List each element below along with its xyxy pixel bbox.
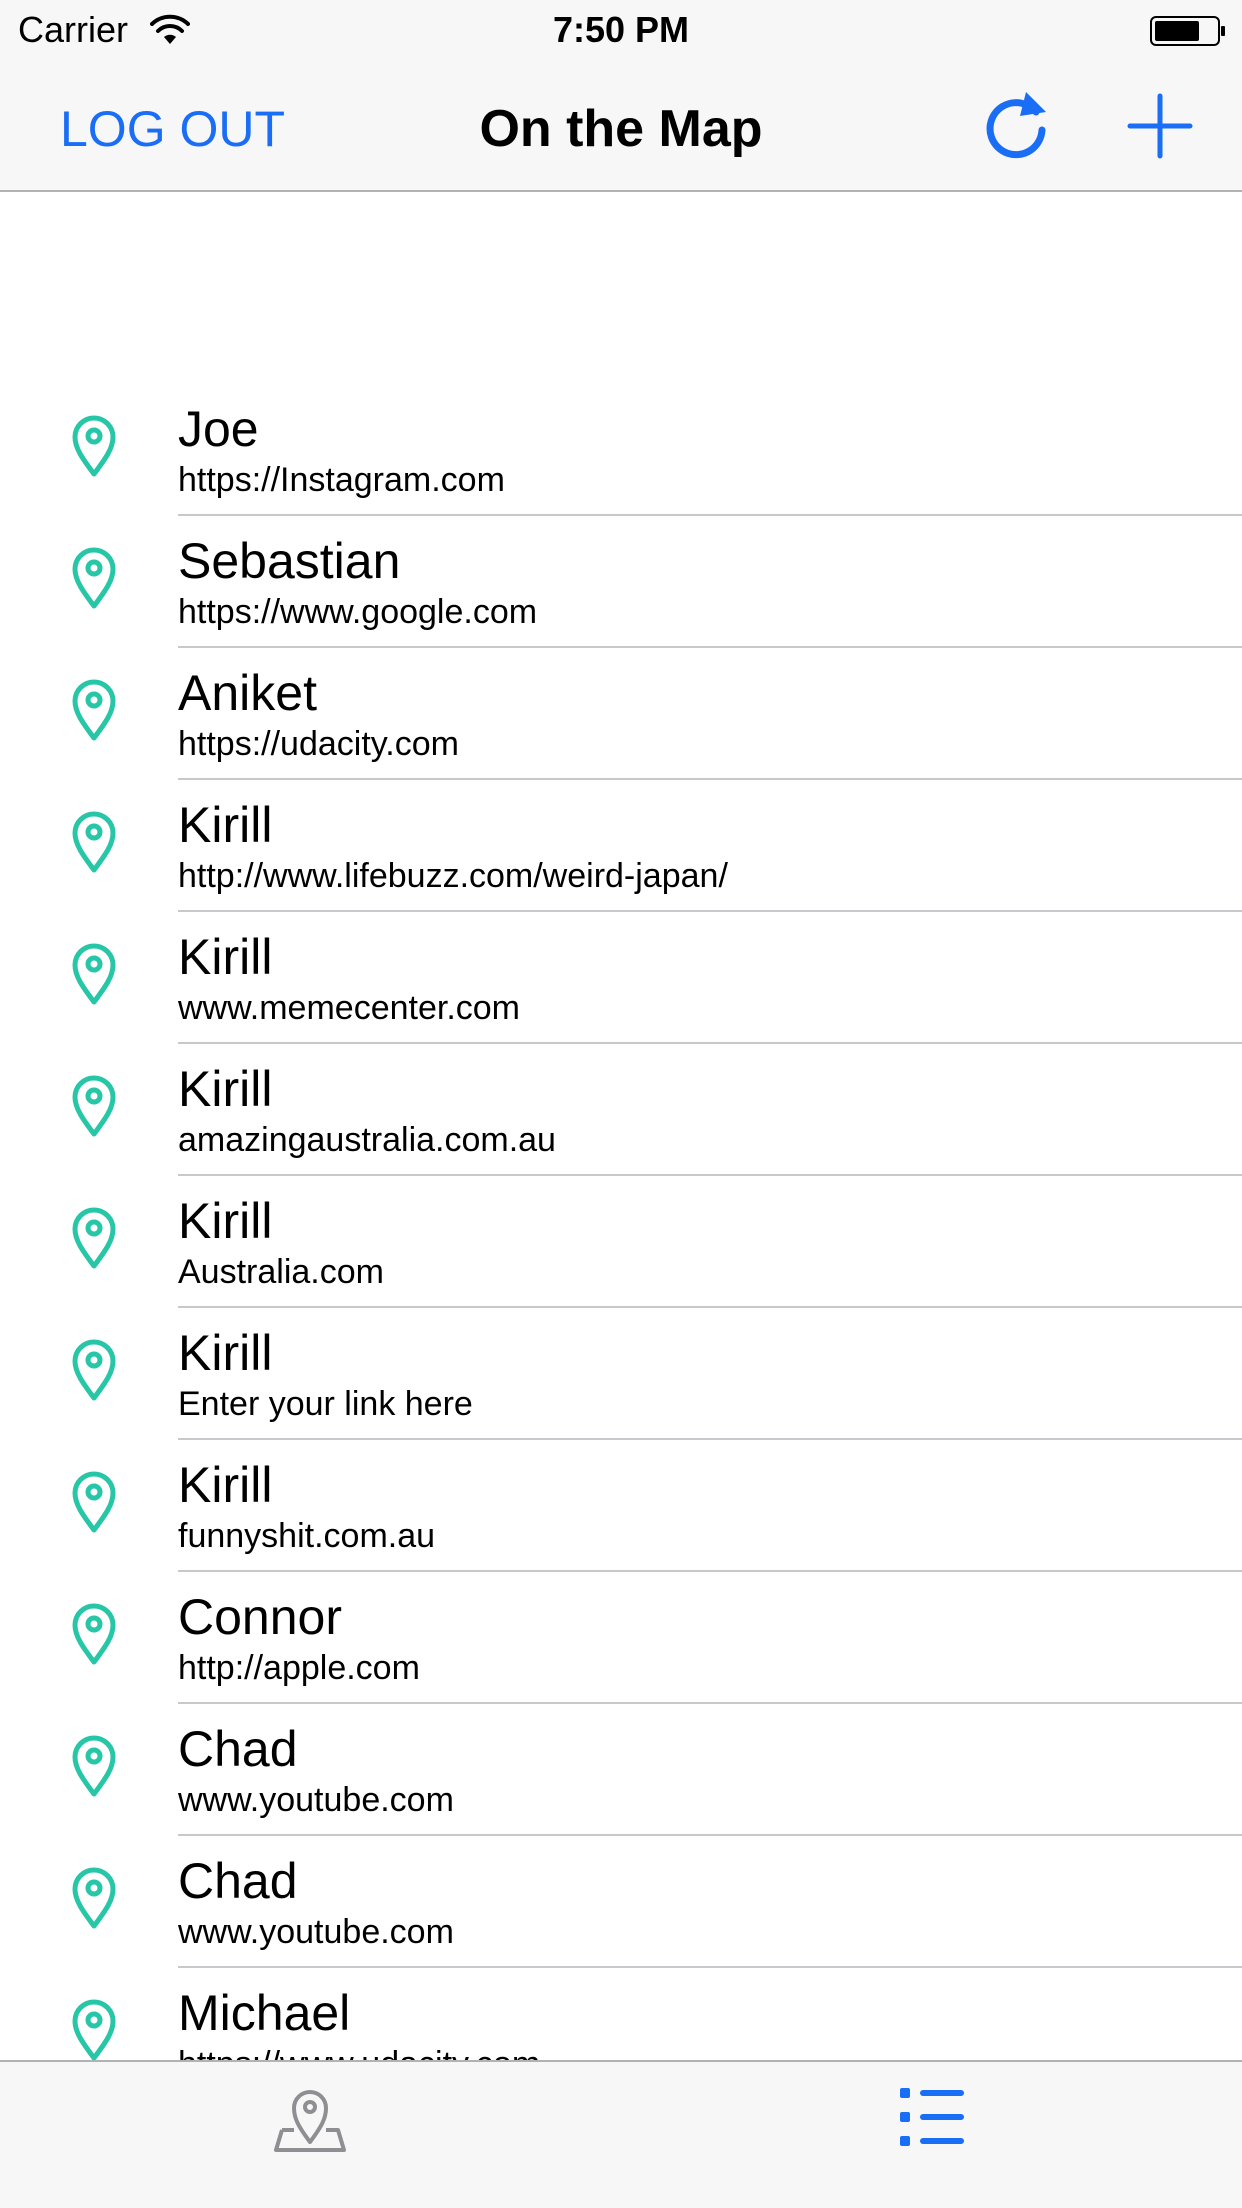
map-pin-icon	[72, 1339, 116, 1401]
map-pin-icon	[72, 1471, 116, 1533]
table-row[interactable]: Chad www.youtube.com	[0, 1704, 1242, 1836]
student-name: Michael	[178, 1985, 351, 2041]
student-name: Kirill	[178, 929, 273, 985]
list-icon[interactable]	[898, 2084, 966, 2150]
map-pin-icon	[72, 1735, 116, 1797]
status-bar: Carrier 7:50 PM	[0, 0, 1242, 60]
student-url: https://www.google.com	[178, 593, 538, 631]
student-name: Chad	[178, 1853, 298, 1909]
clock-label: 7:50 PM	[552, 9, 690, 50]
student-url: http://www.lifebuzz.com/weird-japan/	[178, 857, 728, 895]
map-pin-icon	[72, 415, 116, 477]
student-name: Kirill	[178, 797, 273, 853]
navigation-bar: LOG OUT On the Map	[0, 60, 1242, 192]
table-row[interactable]: Kirill Australia.com	[0, 1176, 1242, 1308]
student-name: Chad	[178, 1721, 298, 1777]
student-name: Joe	[178, 401, 259, 457]
map-pin-icon	[72, 943, 116, 1005]
map-pin-icon	[72, 1075, 116, 1137]
table-row[interactable]: Kirill funnyshit.com.au	[0, 1440, 1242, 1572]
table-row[interactable]: Michael https://www.udacity.com	[0, 1968, 1242, 2060]
map-pin-icon	[72, 1603, 116, 1665]
map-pin-icon	[72, 679, 116, 741]
student-url: amazingaustralia.com.au	[178, 1121, 556, 1159]
map-pin-icon	[72, 547, 116, 609]
refresh-icon[interactable]	[976, 86, 1056, 166]
student-name: Kirill	[178, 1193, 273, 1249]
student-url: https://www.udacity.com	[178, 2044, 540, 2060]
table-row[interactable]: Kirill www.memecenter.com	[0, 912, 1242, 1044]
table-row[interactable]: Aniket https://udacity.com	[0, 648, 1242, 780]
map-pin-icon	[72, 1999, 116, 2060]
student-url: https://Instagram.com	[178, 461, 505, 499]
table-row[interactable]: Sebastian https://www.google.com	[0, 516, 1242, 648]
table-row[interactable]: Chad www.youtube.com	[0, 1836, 1242, 1968]
student-url: www.youtube.com	[178, 1781, 454, 1819]
app-screen: Carrier 7:50 PM LOG OUT On the Map Joe ht…	[0, 0, 1242, 2208]
student-list[interactable]: Joe https://Instagram.com Sebastian https:/…	[0, 384, 1242, 2060]
table-row[interactable]: Kirill Enter your link here	[0, 1308, 1242, 1440]
student-url: Australia.com	[178, 1253, 384, 1291]
student-url: funnyshit.com.au	[178, 1517, 436, 1555]
student-name: Sebastian	[178, 533, 401, 589]
table-row[interactable]: Joe https://Instagram.com	[0, 384, 1242, 516]
student-url: Enter your link here	[178, 1385, 473, 1423]
student-url: www.youtube.com	[178, 1913, 454, 1951]
student-name: Kirill	[178, 1325, 273, 1381]
map-icon[interactable]	[272, 2080, 348, 2156]
map-pin-icon	[72, 1207, 116, 1269]
table-row[interactable]: Connor http://apple.com	[0, 1572, 1242, 1704]
plus-icon[interactable]	[1124, 90, 1196, 162]
table-row[interactable]: Kirill amazingaustralia.com.au	[0, 1044, 1242, 1176]
student-url: https://udacity.com	[178, 725, 459, 763]
student-name: Aniket	[178, 665, 317, 721]
battery-icon	[1150, 16, 1225, 46]
student-url: http://apple.com	[178, 1649, 420, 1687]
table-row[interactable]: Kirill http://www.lifebuzz.com/weird-japa…	[0, 780, 1242, 912]
student-url: www.memecenter.com	[178, 989, 520, 1027]
student-name: Connor	[178, 1589, 342, 1645]
student-name: Kirill	[178, 1457, 273, 1513]
student-name: Kirill	[178, 1061, 273, 1117]
logout-button[interactable]: LOG OUT	[60, 100, 285, 158]
tab-bar	[0, 2060, 1242, 2208]
map-pin-icon	[72, 811, 116, 873]
map-pin-icon	[72, 1867, 116, 1929]
